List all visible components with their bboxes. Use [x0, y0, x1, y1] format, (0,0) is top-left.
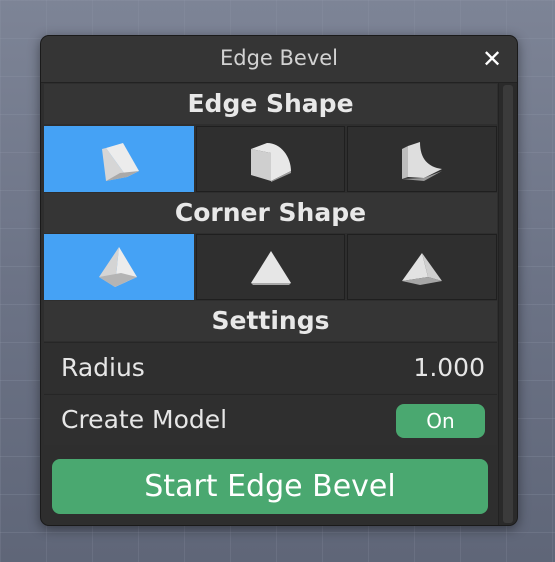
edge-shape-concave-button[interactable] [347, 126, 498, 192]
close-icon[interactable]: ✕ [481, 47, 503, 71]
panel-content: Edge Shape Corner Shape Settings Radius … [41, 83, 498, 525]
edge-shape-header: Edge Shape [44, 84, 497, 124]
flat-triangle-corner-icon [402, 253, 443, 285]
title-bar[interactable]: Edge Bevel ✕ [41, 36, 517, 83]
edge-bevel-window: Edge Bevel ✕ Edge Shape Corner Shape Set… [40, 35, 518, 526]
pyramid-corner-icon [98, 247, 137, 287]
window-title: Edge Bevel [219, 46, 339, 70]
corner-shape-options [44, 234, 498, 300]
radius-label: Radius [61, 353, 145, 382]
edge-shape-rounded-button[interactable] [195, 126, 346, 192]
radius-row: Radius 1.000 [44, 342, 497, 393]
edge-shape-wedge-button[interactable] [44, 126, 194, 192]
corner-shape-header: Corner Shape [44, 193, 497, 233]
radius-input[interactable]: 1.000 [413, 353, 485, 382]
corner-shape-triangle-button[interactable] [195, 234, 346, 300]
wedge-shape-icon [101, 143, 139, 181]
corner-shape-pyramid-button[interactable] [44, 234, 194, 300]
scrollbar-thumb[interactable] [503, 85, 513, 523]
corner-shape-flat-triangle-button[interactable] [347, 234, 498, 300]
create-model-toggle[interactable]: On [396, 404, 485, 438]
start-edge-bevel-button[interactable]: Start Edge Bevel [52, 459, 488, 514]
settings-header: Settings [44, 301, 497, 341]
triangle-corner-icon [250, 251, 291, 285]
create-model-label: Create Model [61, 405, 228, 434]
rounded-shape-icon [250, 143, 291, 182]
concave-shape-icon [402, 142, 443, 181]
scrollbar[interactable] [498, 83, 517, 525]
create-model-row: Create Model On [44, 394, 497, 445]
edge-shape-options [44, 126, 498, 192]
